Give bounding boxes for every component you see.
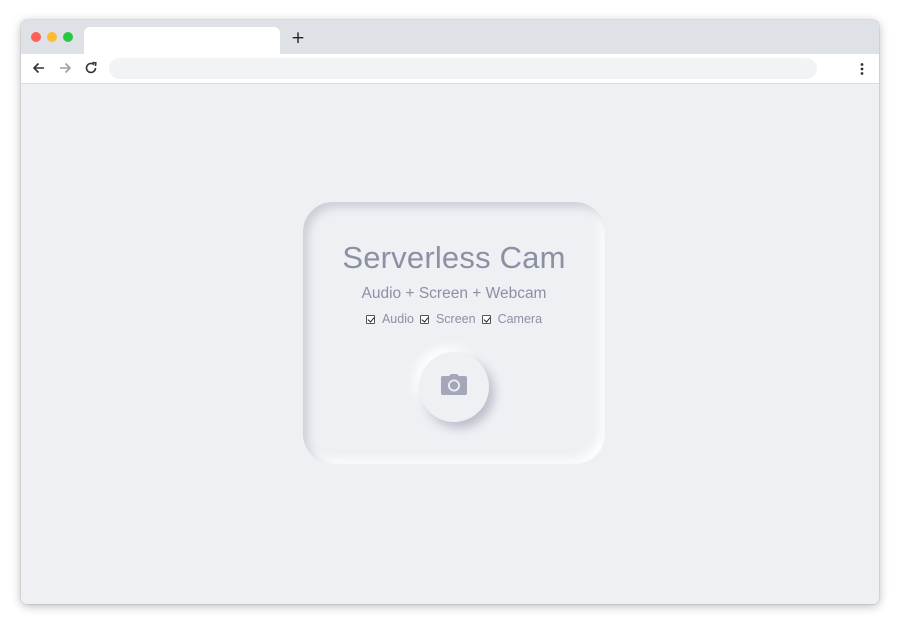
option-audio[interactable]: Audio bbox=[365, 312, 414, 326]
reload-icon[interactable] bbox=[83, 60, 99, 76]
page-content: Serverless Cam Audio + Screen + Webcam A… bbox=[21, 84, 879, 604]
maximize-window-button[interactable] bbox=[63, 32, 73, 42]
minimize-window-button[interactable] bbox=[47, 32, 57, 42]
app-subtitle: Audio + Screen + Webcam bbox=[361, 285, 547, 302]
browser-window: + Serverless Cam Audio + Screen + Webcam… bbox=[21, 20, 879, 604]
forward-icon[interactable] bbox=[57, 60, 73, 76]
browser-toolbar bbox=[21, 54, 879, 84]
camera-checkbox[interactable] bbox=[481, 314, 491, 324]
source-options: Audio Screen Camera bbox=[303, 312, 605, 326]
screen-checkbox[interactable] bbox=[419, 314, 429, 324]
option-screen[interactable]: Screen bbox=[419, 312, 476, 326]
audio-checkbox[interactable] bbox=[365, 314, 375, 324]
camera-label: Camera bbox=[497, 312, 543, 326]
more-options-icon[interactable] bbox=[859, 61, 865, 75]
address-bar[interactable] bbox=[109, 58, 817, 79]
close-window-button[interactable] bbox=[31, 32, 41, 42]
audio-label: Audio bbox=[381, 312, 414, 326]
tab-strip: + bbox=[21, 20, 879, 54]
app-card: Serverless Cam Audio + Screen + Webcam A… bbox=[303, 202, 605, 464]
app-title: Serverless Cam bbox=[342, 240, 566, 275]
new-tab-button[interactable]: + bbox=[289, 29, 307, 47]
camera-icon bbox=[440, 374, 468, 400]
screen-label: Screen bbox=[435, 312, 476, 326]
option-camera[interactable]: Camera bbox=[481, 312, 543, 326]
back-icon[interactable] bbox=[31, 60, 47, 76]
record-button[interactable] bbox=[419, 352, 489, 422]
active-tab[interactable] bbox=[84, 27, 280, 54]
